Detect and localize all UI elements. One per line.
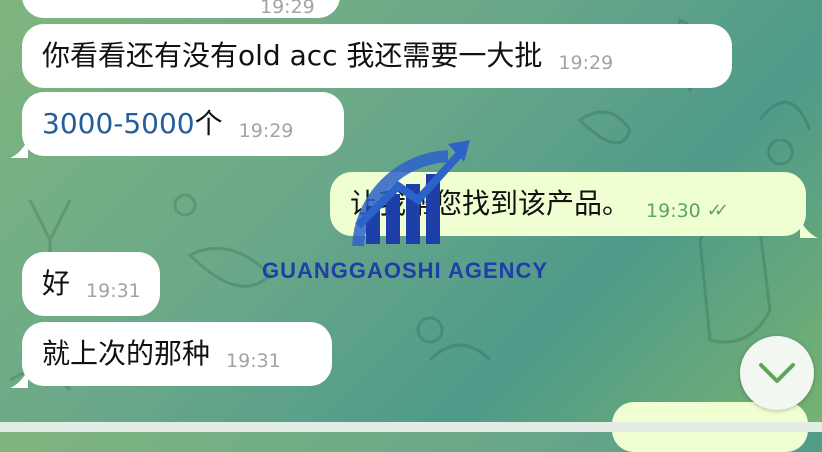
- composer-bar-edge: [0, 422, 822, 432]
- message-time: 19:29: [260, 0, 315, 18]
- message-bubble-partial[interactable]: 19:29: [22, 0, 340, 18]
- message-bubble[interactable]: 好 19:31: [22, 252, 160, 316]
- bubble-tail: [800, 220, 818, 238]
- message-time: 19:31: [86, 279, 141, 302]
- message-time: 19:29: [558, 51, 614, 74]
- bubble-tail: [10, 140, 28, 158]
- message-text: 你看看还有没有old acc 我还需要一大批: [42, 39, 543, 72]
- scroll-to-bottom-button[interactable]: [740, 336, 814, 410]
- watermark-title: GUANGGAOSHI AGENCY: [262, 258, 549, 283]
- chevron-down-icon: [759, 363, 795, 383]
- phone-number-link[interactable]: 3000-5000: [42, 110, 195, 138]
- watermark-logo: [352, 140, 470, 247]
- message-bubble[interactable]: 你看看还有没有old acc 我还需要一大批 19:29: [22, 24, 732, 88]
- message-time: 19:30: [646, 199, 701, 222]
- bubble-tail: [10, 370, 28, 388]
- agency-watermark: GUANGGAOSHI AGENCY: [258, 126, 558, 306]
- message-text: 就上次的那种: [42, 337, 211, 370]
- double-check-icon: ✓✓: [706, 200, 729, 221]
- message-bubble[interactable]: 就上次的那种 19:31: [22, 322, 332, 386]
- message-text: 好: [42, 267, 71, 300]
- message-time: 19:31: [226, 349, 281, 372]
- message-text: 个: [194, 107, 223, 140]
